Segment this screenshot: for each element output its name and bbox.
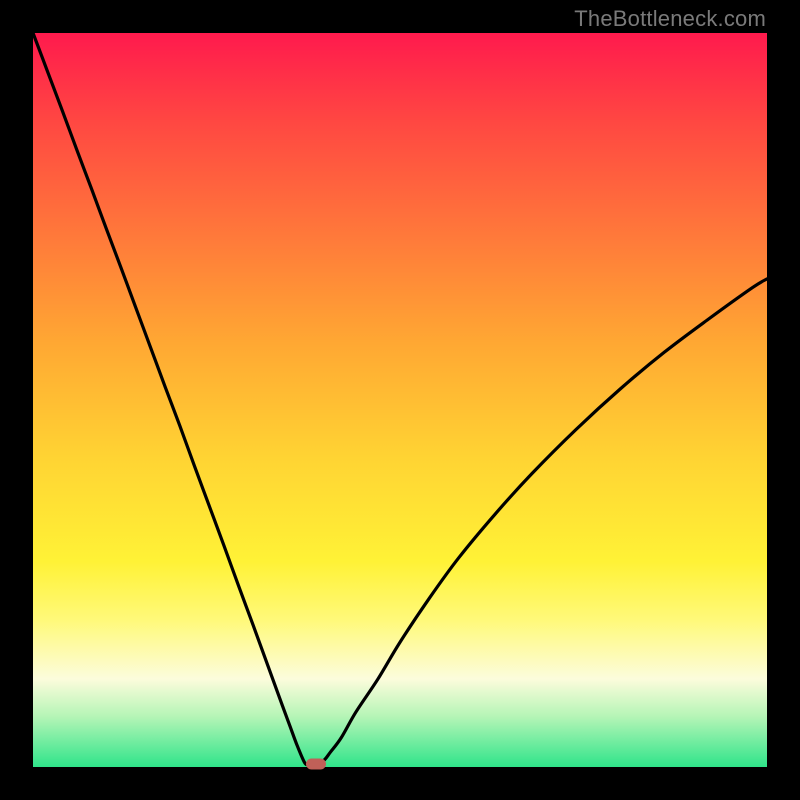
watermark-text: TheBottleneck.com [574, 6, 766, 32]
plot-area [33, 33, 767, 767]
bottleneck-curve [33, 33, 767, 767]
optimal-marker [306, 759, 326, 770]
chart-frame: TheBottleneck.com [0, 0, 800, 800]
